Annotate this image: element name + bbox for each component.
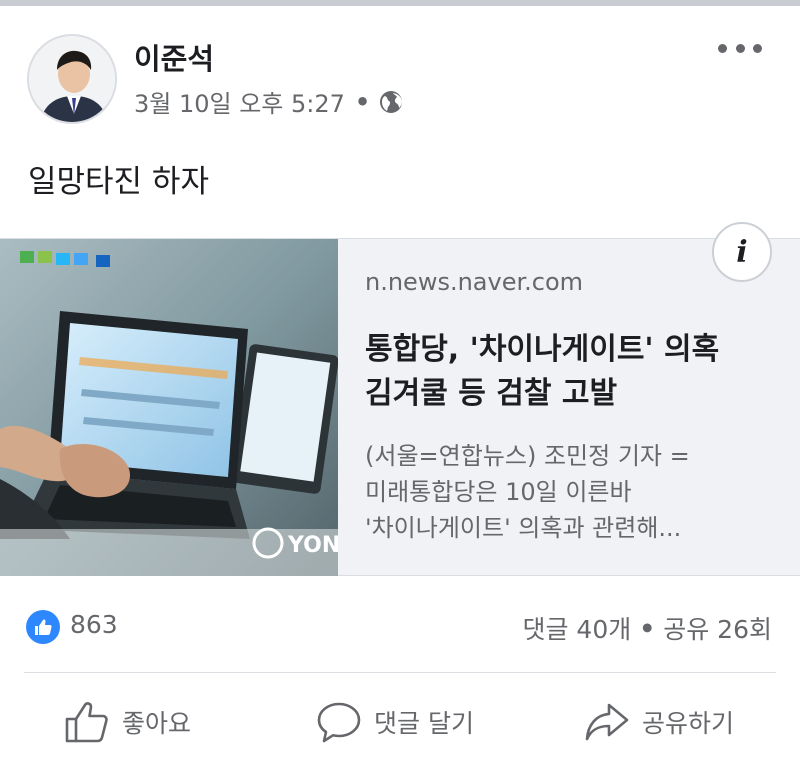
more-options-button[interactable]	[718, 36, 762, 60]
like-reaction-icon[interactable]	[26, 610, 60, 644]
post-meta: 3월 10일 오후 5:27 •	[134, 84, 403, 119]
thumbs-up-icon	[64, 699, 110, 745]
info-button[interactable]: i	[712, 222, 772, 282]
comment-bubble-icon	[316, 699, 362, 745]
description-line: (서울=연합뉴스) 조민정 기자 =	[365, 442, 690, 470]
post-header: 이준석 3월 10일 오후 5:27 •	[0, 6, 800, 126]
share-count[interactable]: 공유 26회	[663, 610, 772, 646]
post-timestamp[interactable]: 3월 10일 오후 5:27	[134, 84, 345, 119]
dot-icon	[753, 43, 762, 53]
like-count[interactable]: 863	[70, 610, 118, 639]
like-button[interactable]: 좋아요	[64, 696, 191, 748]
divider	[24, 672, 776, 673]
comment-button[interactable]: 댓글 달기	[316, 696, 474, 748]
link-thumbnail: YON	[0, 239, 338, 576]
like-button-label: 좋아요	[122, 709, 192, 738]
headline-line: 김겨쿨 등 검찰 고발	[365, 376, 618, 411]
globe-icon	[379, 90, 403, 114]
avatar-image	[29, 36, 115, 122]
link-headline[interactable]: 통합당, '차이나게이트' 의혹 김겨쿨 등 검찰 고발	[365, 328, 765, 416]
share-button[interactable]: 공유하기	[584, 696, 734, 748]
reaction-stats: 863 댓글 40개 • 공유 26회	[0, 596, 800, 652]
link-description: (서울=연합뉴스) 조민정 기자 = 미래통합당은 10일 이른바 '차이나게이…	[365, 438, 765, 546]
post-text: 일망타진 하자	[28, 164, 209, 200]
share-button-label: 공유하기	[642, 709, 735, 738]
avatar[interactable]	[27, 34, 117, 124]
description-line: 미래통합당은 10일 이른바	[365, 478, 632, 506]
author-name[interactable]: 이준석	[134, 36, 214, 78]
link-domain: n.news.naver.com	[365, 268, 584, 296]
headline-line: 통합당, '차이나게이트' 의혹	[365, 332, 720, 367]
meta-separator: •	[354, 87, 371, 116]
comment-count[interactable]: 댓글 40개	[522, 610, 631, 646]
dot-icon	[718, 43, 727, 53]
stats-separator: •	[639, 613, 656, 643]
description-line: '차이나게이트' 의혹과 관련해...	[365, 514, 682, 542]
thumb-watermark: YON	[287, 533, 338, 558]
share-arrow-icon	[584, 699, 630, 745]
action-bar: 좋아요 댓글 달기 공유하기	[0, 680, 800, 766]
engagement-counts: 댓글 40개 • 공유 26회	[522, 610, 772, 646]
dot-icon	[735, 43, 745, 53]
comment-button-label: 댓글 달기	[374, 709, 474, 738]
